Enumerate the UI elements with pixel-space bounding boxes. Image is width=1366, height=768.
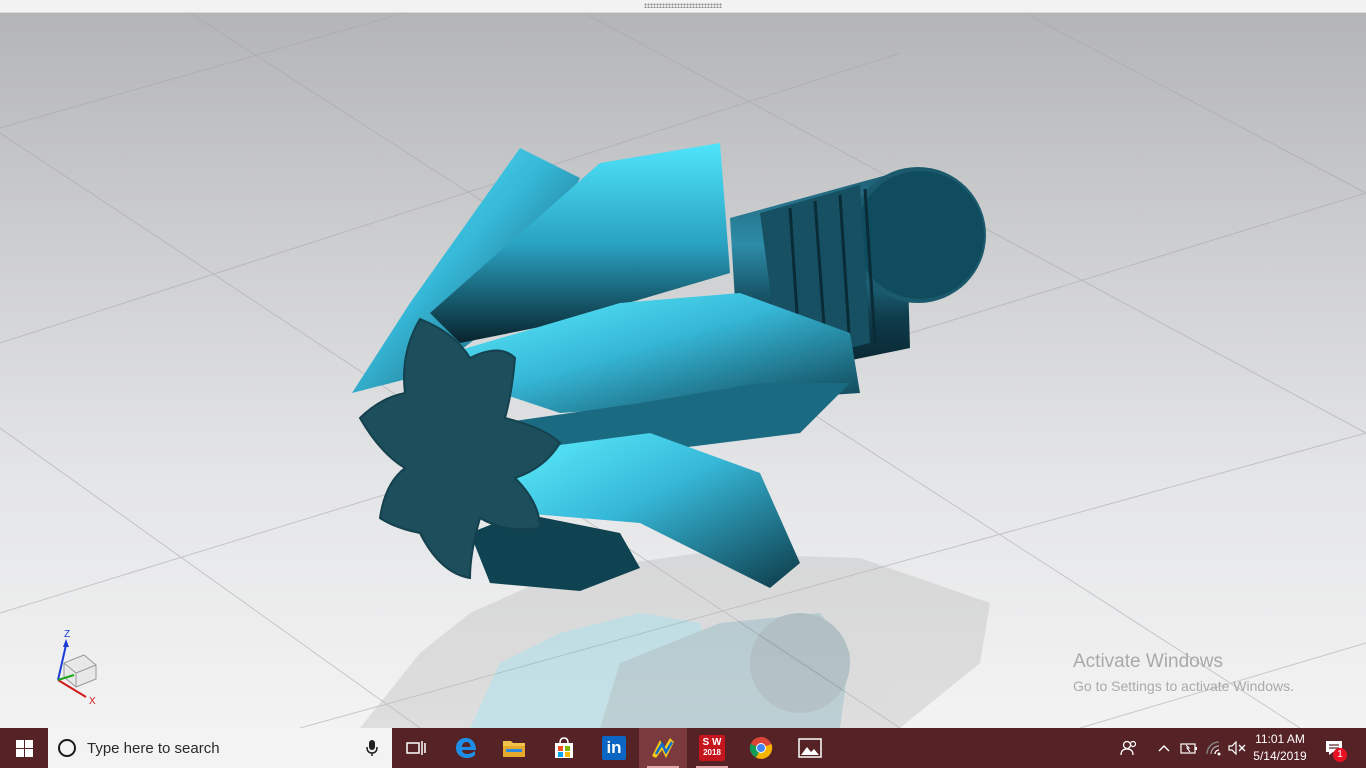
nx-button[interactable]	[639, 728, 687, 768]
taskbar: Type here to search in S W 2018 11:01 AM…	[0, 728, 1366, 768]
cortana-icon	[58, 739, 76, 757]
axis-z-label: Z	[64, 629, 70, 640]
resize-grip[interactable]	[644, 3, 722, 8]
gear-reflection	[360, 553, 990, 728]
windows-logo-icon	[15, 739, 33, 757]
axis-x-label: X	[89, 696, 96, 705]
edge-icon	[456, 738, 476, 758]
watermark-subtitle: Go to Settings to activate Windows.	[1073, 678, 1294, 694]
solidworks-icon: S W 2018	[699, 735, 725, 761]
task-view-button[interactable]	[392, 728, 440, 768]
view-triad-icon[interactable]: Z X	[44, 625, 114, 705]
solidworks-version: 2018	[703, 748, 721, 757]
chrome-button[interactable]	[737, 728, 785, 768]
folder-icon	[503, 741, 525, 757]
microphone-icon[interactable]	[366, 740, 378, 757]
watermark-title: Activate Windows	[1073, 651, 1223, 672]
photos-button[interactable]	[786, 728, 834, 768]
taskbar-clock[interactable]: 11:01 AM 5/14/2019	[1248, 731, 1312, 765]
people-button[interactable]	[1118, 728, 1140, 768]
network-button[interactable]	[1204, 728, 1224, 768]
show-hidden-icons-button[interactable]	[1155, 728, 1173, 768]
clock-date: 5/14/2019	[1253, 749, 1307, 763]
store-button[interactable]	[540, 728, 588, 768]
top-strip	[0, 0, 1366, 13]
people-icon	[1120, 740, 1137, 756]
notification-count-badge: 1	[1333, 748, 1347, 762]
battery-button[interactable]	[1179, 728, 1199, 768]
search-placeholder: Type here to search	[87, 739, 220, 757]
volume-button[interactable]	[1227, 728, 1247, 768]
photos-icon	[798, 738, 822, 758]
volume-muted-icon	[1228, 741, 1246, 755]
linkedin-button[interactable]: in	[590, 728, 638, 768]
nx-icon	[652, 738, 674, 758]
linkedin-icon: in	[602, 736, 626, 760]
start-button[interactable]	[0, 728, 48, 768]
battery-icon	[1180, 743, 1197, 754]
graphics-viewport[interactable]: Z X Activate Windows Go to Settings to a…	[0, 13, 1366, 728]
chrome-icon	[749, 737, 773, 759]
wifi-icon	[1206, 741, 1221, 756]
edge-button[interactable]	[442, 728, 490, 768]
solidworks-button[interactable]: S W 2018	[688, 728, 736, 768]
gear-scene	[0, 13, 1366, 728]
file-explorer-button[interactable]	[490, 728, 538, 768]
taskbar-search-box[interactable]: Type here to search	[48, 728, 392, 768]
clock-time: 11:01 AM	[1255, 732, 1305, 746]
task-view-icon	[406, 741, 426, 755]
store-icon	[555, 737, 573, 758]
chevron-up-icon	[1158, 745, 1170, 752]
activation-watermark: Activate Windows Go to Settings to activ…	[1073, 651, 1294, 697]
